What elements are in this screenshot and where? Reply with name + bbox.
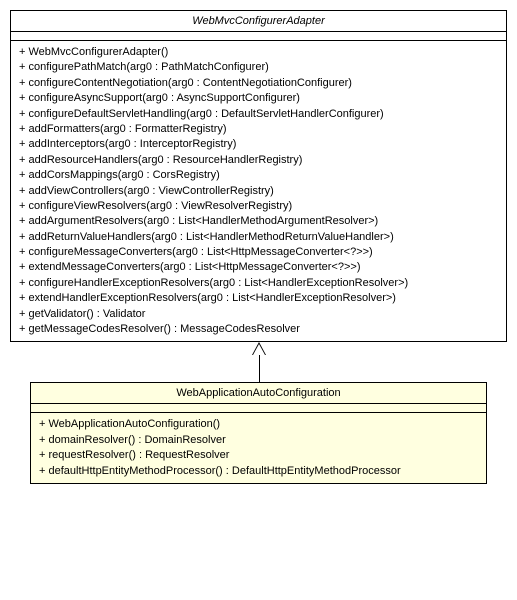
inheritance-arrow: [11, 342, 506, 382]
class-name-child: WebApplicationAutoConfiguration: [31, 383, 486, 404]
method: + configureContentNegotiation(arg0 : Con…: [19, 76, 498, 91]
method: + extendMessageConverters(arg0 : List<Ht…: [19, 260, 498, 275]
attrs-parent: [11, 32, 506, 41]
method: + getValidator() : Validator: [19, 307, 498, 322]
method: + defaultHttpEntityMethodProcessor() : D…: [39, 464, 478, 479]
method: + getMessageCodesResolver() : MessageCod…: [19, 322, 498, 337]
methods-child: + WebApplicationAutoConfiguration() + do…: [31, 413, 486, 483]
method: + WebApplicationAutoConfiguration(): [39, 417, 478, 432]
method: + domainResolver() : DomainResolver: [39, 433, 478, 448]
method: + configureAsyncSupport(arg0 : AsyncSupp…: [19, 91, 498, 106]
method: + addCorsMappings(arg0 : CorsRegistry): [19, 168, 498, 183]
method: + addInterceptors(arg0 : InterceptorRegi…: [19, 137, 498, 152]
class-name-parent: WebMvcConfigurerAdapter: [11, 11, 506, 32]
method: + addViewControllers(arg0 : ViewControll…: [19, 184, 498, 199]
method: + extendHandlerExceptionResolvers(arg0 :…: [19, 291, 498, 306]
uml-class-child: WebApplicationAutoConfiguration + WebApp…: [30, 382, 487, 484]
method: + configureDefaultServletHandling(arg0 :…: [19, 107, 498, 122]
method: + WebMvcConfigurerAdapter(): [19, 45, 498, 60]
method: + configureMessageConverters(arg0 : List…: [19, 245, 498, 260]
method: + addReturnValueHandlers(arg0 : List<Han…: [19, 230, 498, 245]
attrs-child: [31, 404, 486, 413]
methods-parent: + WebMvcConfigurerAdapter() + configureP…: [11, 41, 506, 341]
method: + configureViewResolvers(arg0 : ViewReso…: [19, 199, 498, 214]
method: + addArgumentResolvers(arg0 : List<Handl…: [19, 214, 498, 229]
method: + addResourceHandlers(arg0 : ResourceHan…: [19, 153, 498, 168]
method: + addFormatters(arg0 : FormatterRegistry…: [19, 122, 498, 137]
method: + configurePathMatch(arg0 : PathMatchCon…: [19, 60, 498, 75]
method: + requestResolver() : RequestResolver: [39, 448, 478, 463]
method: + configureHandlerExceptionResolvers(arg…: [19, 276, 498, 291]
uml-class-parent: WebMvcConfigurerAdapter + WebMvcConfigur…: [10, 10, 507, 342]
